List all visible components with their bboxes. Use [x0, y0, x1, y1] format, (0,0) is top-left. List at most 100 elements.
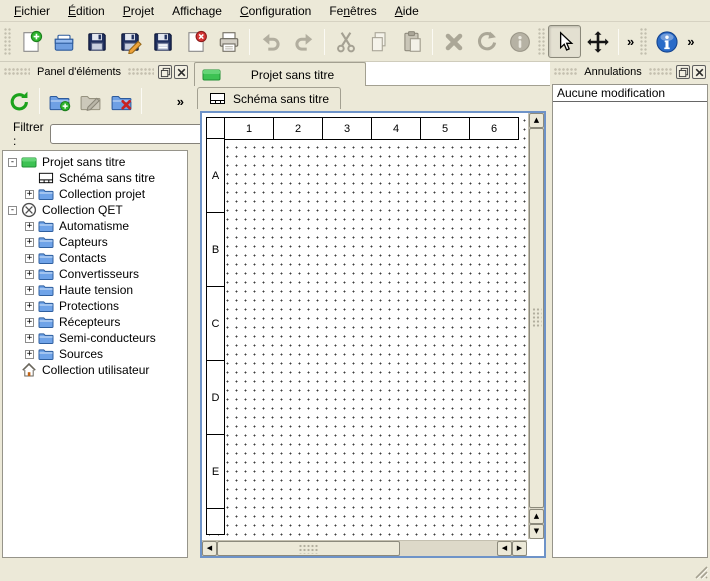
tree-item-collection-utilisateur[interactable]: Collection utilisateur — [3, 362, 187, 378]
scroll-left-button[interactable] — [202, 541, 217, 556]
tree-item-convertisseurs[interactable]: Convertisseurs — [3, 266, 187, 282]
vertical-scrollbar-thumb[interactable] — [529, 128, 544, 508]
undo-item-aucune-modification[interactable]: Aucune modification — [553, 85, 707, 102]
vertical-scrollbar[interactable] — [528, 113, 544, 539]
tree-item-collection-qet[interactable]: Collection QET — [3, 202, 187, 218]
project-tab-bar: Projet sans titre — [192, 62, 550, 86]
filter-row: Filtrer : — [0, 120, 192, 148]
menu-fenetres[interactable]: Fenêtres — [320, 1, 385, 21]
tree-item-protections[interactable]: Protections — [3, 298, 187, 314]
undo-button[interactable] — [254, 25, 287, 58]
elements-panel-dock: Panel d'éléments » Filtrer : Projet sans… — [0, 62, 192, 562]
print-button[interactable] — [212, 25, 245, 58]
dock-close-button[interactable] — [692, 65, 706, 79]
tree-expander-plus-icon[interactable] — [25, 238, 34, 247]
tree-expander-plus-icon[interactable] — [25, 318, 34, 327]
tree-expander-plus-icon[interactable] — [25, 190, 34, 199]
menu-aide[interactable]: Aide — [386, 1, 428, 21]
dock-close-button[interactable] — [174, 65, 188, 79]
close-file-button[interactable] — [179, 25, 212, 58]
tree-item-projet-sans-titre[interactable]: Projet sans titre — [3, 154, 187, 170]
sheet-column-5: 5 — [420, 117, 470, 140]
main-toolbar: »» — [0, 22, 710, 62]
tree-item-schema-sans-titre[interactable]: Schéma sans titre — [3, 170, 187, 186]
dock-float-button[interactable] — [676, 65, 690, 79]
rotate-button[interactable] — [470, 25, 503, 58]
tree-item-contacts[interactable]: Contacts — [3, 250, 187, 266]
mdi-area: Projet sans titre Schéma sans titre 1234… — [192, 62, 550, 562]
reload-collections-button[interactable] — [4, 86, 35, 117]
sheet-row-d: D — [206, 360, 225, 435]
scroll-left-button-2[interactable] — [497, 541, 512, 556]
diagram-canvas[interactable]: 123456 ABCDE — [202, 113, 527, 539]
tree-item-collection-projet[interactable]: Collection projet — [3, 186, 187, 202]
tree-expander-plus-icon[interactable] — [25, 270, 34, 279]
dock-grip — [649, 68, 672, 76]
menu-fichier[interactable]: Fichier — [5, 1, 59, 21]
toolbar-handle[interactable] — [640, 28, 648, 56]
new-file-button[interactable] — [14, 25, 47, 58]
sheet-corner-cell — [206, 117, 225, 140]
tree-expander-plus-icon[interactable] — [25, 286, 34, 295]
save-as-button[interactable] — [113, 25, 146, 58]
tree-expander-plus-icon[interactable] — [25, 334, 34, 343]
tab-project-sans-titre[interactable]: Projet sans titre — [194, 62, 366, 86]
delete-button[interactable] — [437, 25, 470, 58]
edit-category-button[interactable] — [75, 86, 106, 117]
menu-edition[interactable]: Édition — [59, 1, 114, 21]
tree-expander-minus-icon[interactable] — [8, 158, 17, 167]
toolbar-separator — [432, 29, 433, 55]
cut-button[interactable] — [329, 25, 362, 58]
elements-panel-titlebar[interactable]: Panel d'éléments — [0, 62, 192, 82]
new-category-button[interactable] — [44, 86, 75, 117]
scroll-down-button[interactable] — [529, 524, 544, 539]
panel-overflow-button[interactable]: » — [173, 94, 188, 109]
tree-item-haute-tension[interactable]: Haute tension — [3, 282, 187, 298]
project-tab-label: Projet sans titre — [227, 68, 358, 82]
undo-panel-title: Annulations — [581, 66, 645, 78]
toolbar-overflow-2-button[interactable]: » — [683, 34, 698, 49]
tree-expander-plus-icon[interactable] — [25, 222, 34, 231]
resize-grip-icon[interactable] — [694, 565, 708, 579]
tree-expander-plus-icon[interactable] — [25, 302, 34, 311]
dock-float-button[interactable] — [158, 65, 172, 79]
tree-expander-minus-icon[interactable] — [8, 206, 17, 215]
pan-mode-button[interactable] — [581, 25, 614, 58]
toolbar-overflow-1-button[interactable]: » — [623, 34, 638, 49]
about-qet-button[interactable] — [650, 25, 683, 58]
tree-item-capteurs[interactable]: Capteurs — [3, 234, 187, 250]
dock-grip — [4, 68, 30, 76]
open-file-button[interactable] — [47, 25, 80, 58]
tree-item-semi-conducteurs[interactable]: Semi-conducteurs — [3, 330, 187, 346]
select-mode-button[interactable] — [548, 25, 581, 58]
save-all-icon — [151, 30, 175, 54]
tree-item-automatisme[interactable]: Automatisme — [3, 218, 187, 234]
save-all-button[interactable] — [146, 25, 179, 58]
tree-item-label: Projet sans titre — [42, 155, 125, 169]
menu-configuration[interactable]: Configuration — [231, 1, 320, 21]
element-info-button[interactable] — [503, 25, 536, 58]
redo-button[interactable] — [287, 25, 320, 58]
menu-affichage[interactable]: Affichage — [163, 1, 231, 21]
scroll-right-button[interactable] — [512, 541, 527, 556]
tree-expander-plus-icon[interactable] — [25, 254, 34, 263]
toolbar-handle[interactable] — [538, 28, 546, 56]
filter-input[interactable] — [50, 124, 213, 144]
new-folder-icon — [48, 90, 71, 113]
horizontal-scrollbar[interactable] — [202, 540, 527, 556]
tree-item-recepteurs[interactable]: Récepteurs — [3, 314, 187, 330]
scroll-up-button-2[interactable] — [529, 509, 544, 524]
paste-button[interactable] — [395, 25, 428, 58]
tree-expander-plus-icon[interactable] — [25, 350, 34, 359]
delete-category-button[interactable] — [106, 86, 137, 117]
tree-item-sources[interactable]: Sources — [3, 346, 187, 362]
close-file-icon — [184, 30, 208, 54]
copy-button[interactable] — [362, 25, 395, 58]
scroll-up-button[interactable] — [529, 113, 544, 128]
menu-projet[interactable]: Projet — [114, 1, 163, 21]
horizontal-scrollbar-thumb[interactable] — [217, 541, 400, 556]
save-button[interactable] — [80, 25, 113, 58]
tab-schema-sans-titre[interactable]: Schéma sans titre — [197, 87, 341, 109]
undo-panel-titlebar[interactable]: Annulations — [550, 62, 710, 82]
toolbar-handle[interactable] — [4, 28, 12, 56]
